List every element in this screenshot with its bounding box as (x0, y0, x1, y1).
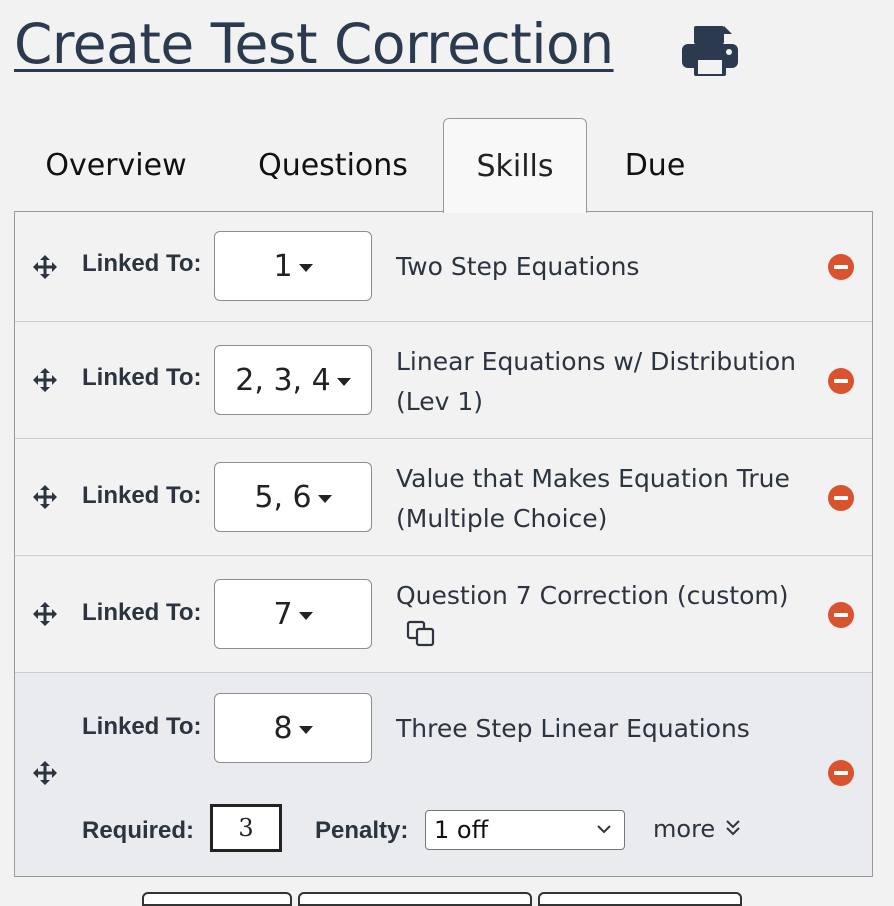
skill-name: Three Step Linear Equations (396, 714, 750, 743)
caret-down-icon (336, 378, 351, 386)
footer-button[interactable] (142, 892, 292, 906)
linked-to-value: 7 (273, 596, 293, 632)
copy-icon[interactable] (406, 620, 436, 648)
linked-to-dropdown[interactable]: 1 (214, 231, 372, 301)
penalty-value: 1 off (434, 816, 489, 844)
page-title[interactable]: Create Test Correction (14, 14, 614, 75)
linked-to-dropdown[interactable]: 5, 6 (214, 462, 372, 532)
double-chevron-down-icon (726, 820, 740, 836)
caret-down-icon (298, 612, 313, 620)
tab-questions[interactable]: Questions (238, 118, 428, 212)
linked-to-label: Linked To: (82, 482, 202, 509)
penalty-select[interactable]: 1 off (425, 810, 625, 850)
footer-button[interactable] (298, 892, 532, 906)
required-label: Required: (82, 817, 195, 844)
caret-down-icon (298, 726, 313, 734)
skills-panel: Linked To: 1 Two Step Equations Linked T… (14, 211, 873, 877)
linked-to-label: Linked To: (82, 599, 202, 626)
print-icon[interactable] (680, 24, 740, 78)
remove-icon[interactable] (827, 759, 855, 787)
linked-to-value: 1 (273, 248, 293, 284)
remove-icon[interactable] (827, 253, 855, 281)
remove-icon[interactable] (827, 601, 855, 629)
linked-to-value: 5, 6 (254, 479, 312, 515)
move-icon[interactable] (32, 367, 58, 393)
skill-name: Question 7 Correction (custom) (396, 581, 789, 610)
remove-icon[interactable] (827, 367, 855, 395)
skill-row: Linked To: 2, 3, 4 Linear Equations w/ D… (15, 322, 872, 439)
tab-skills[interactable]: Skills (443, 118, 587, 213)
skill-row-expanded: Linked To: 8 Three Step Linear Equations… (15, 673, 872, 876)
caret-down-icon (298, 264, 313, 272)
caret-down-icon (317, 495, 332, 503)
linked-to-label: Linked To: (82, 713, 202, 740)
tab-overview[interactable]: Overview (30, 118, 202, 212)
penalty-label: Penalty: (315, 817, 409, 844)
move-icon[interactable] (32, 601, 58, 627)
skill-name: Linear Equations w/ Distribution (396, 347, 796, 376)
move-icon[interactable] (32, 484, 58, 510)
more-link[interactable]: more (653, 815, 741, 843)
skill-name-line2: (Multiple Choice) (396, 504, 608, 533)
move-icon[interactable] (32, 254, 58, 280)
skill-name: Value that Makes Equation True (396, 464, 790, 493)
required-input[interactable]: 3 (210, 804, 282, 852)
linked-to-dropdown[interactable]: 8 (214, 693, 372, 763)
chevron-down-icon (597, 825, 611, 834)
footer-button[interactable] (538, 892, 742, 906)
skill-row: Linked To: 5, 6 Value that Makes Equatio… (15, 439, 872, 556)
linked-to-value: 2, 3, 4 (235, 362, 331, 398)
tab-due[interactable]: Due (600, 118, 710, 212)
skill-row: Linked To: 1 Two Step Equations (15, 212, 872, 322)
linked-to-label: Linked To: (82, 250, 202, 277)
skill-name-line2: (Lev 1) (396, 387, 484, 416)
linked-to-value: 8 (273, 710, 293, 746)
linked-to-dropdown[interactable]: 7 (214, 579, 372, 649)
more-label: more (653, 815, 716, 843)
linked-to-label: Linked To: (82, 364, 202, 391)
move-icon[interactable] (32, 760, 58, 786)
skill-name: Two Step Equations (396, 252, 640, 281)
skill-row: Linked To: 7 Question 7 Correction (cust… (15, 556, 872, 673)
linked-to-dropdown[interactable]: 2, 3, 4 (214, 345, 372, 415)
remove-icon[interactable] (827, 484, 855, 512)
